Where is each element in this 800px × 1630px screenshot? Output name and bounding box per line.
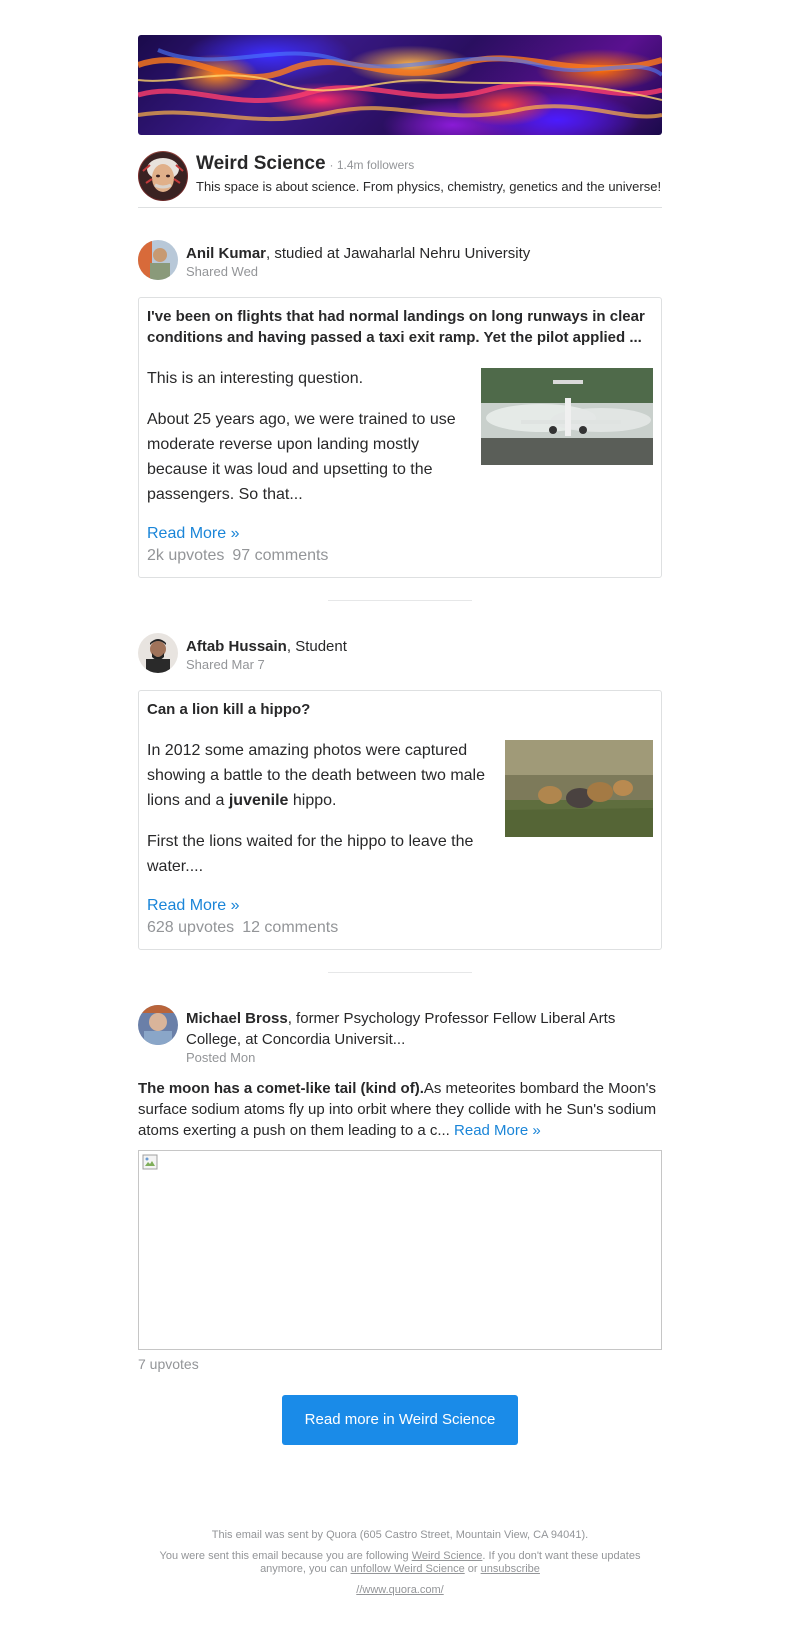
post-2-author-text: Aftab Hussain, Student Shared Mar 7 (186, 633, 662, 672)
footer-quora-url-link[interactable]: //www.quora.com/ (356, 1584, 443, 1596)
space-followers-count: · 1.4m followers (329, 158, 415, 172)
post-3-posted-date: Posted Mon (186, 1050, 256, 1065)
read-more-in-space-button[interactable]: Read more in Weird Science (282, 1395, 518, 1445)
banner-flames-art (138, 48, 662, 122)
space-avatar[interactable] (138, 151, 188, 201)
post-1-paragraph-1: This is an interesting question. (147, 370, 364, 387)
post-3-upvotes: 7 upvotes (138, 1356, 199, 1372)
post-2-upvotes: 628 upvotes (147, 919, 235, 936)
avatar-photo-icon (138, 1005, 178, 1045)
footer-unfollow-link[interactable]: unfollow Weird Science (351, 1563, 465, 1575)
author-credential: , studied at Jawaharlal Nehru University (266, 245, 531, 262)
space-info: Weird Science · 1.4m followers This spac… (196, 151, 662, 195)
post-1-read-more-link[interactable]: Read More » (147, 523, 653, 545)
author-name[interactable]: Aftab Hussain (186, 638, 287, 655)
post-1-airplane-image[interactable] (481, 368, 653, 465)
avatar-photo-icon (138, 633, 178, 673)
post-1-card-text: This is an interesting question. About 2… (147, 366, 465, 507)
post-1-shared-date: Shared Wed (186, 264, 259, 279)
footer-reason-text: You were sent this email because you are… (159, 1550, 412, 1562)
post-2-paragraph-1: In 2012 some amazing photos were capture… (147, 738, 489, 813)
post-2-card-text: In 2012 some amazing photos were capture… (147, 738, 489, 879)
post-2-shared-date: Shared Mar 7 (186, 657, 265, 672)
email-footer: This email was sent by Quora (605 Castro… (138, 1529, 662, 1597)
post-1-paragraph-2: About 25 years ago, we were trained to u… (147, 411, 456, 503)
post-3-broken-image[interactable] (138, 1150, 662, 1350)
post-2-author-row: Aftab Hussain, Student Shared Mar 7 (138, 633, 662, 673)
broken-image-icon (142, 1154, 158, 1170)
author-avatar-anil-kumar[interactable] (138, 240, 178, 280)
post-2-paragraph-2: First the lions waited for the hippo to … (147, 833, 474, 875)
post-1-author-row: Anil Kumar, studied at Jawaharlal Nehru … (138, 240, 662, 280)
post-3-author-row: Michael Bross, former Psychology Profess… (138, 1005, 662, 1065)
post-3-title[interactable]: The moon has a comet-like tail (kind of)… (138, 1080, 424, 1097)
post-2-read-more-link[interactable]: Read More » (147, 895, 653, 917)
post-1-author-line: Anil Kumar, studied at Jawaharlal Nehru … (186, 243, 662, 264)
email-container: Weird Science · 1.4m followers This spac… (138, 0, 662, 1597)
footer-unsubscribe-link[interactable]: unsubscribe (481, 1563, 540, 1575)
footer-or-text: or (464, 1563, 481, 1575)
footer-space-link[interactable]: Weird Science (412, 1550, 483, 1562)
space-name[interactable]: Weird Science (196, 153, 326, 175)
space-header: Weird Science · 1.4m followers This spac… (138, 135, 662, 208)
post-3-author-text: Michael Bross, former Psychology Profess… (186, 1005, 662, 1065)
post-1-card-body: This is an interesting question. About 2… (147, 366, 653, 507)
post-2-lions-hippo-image[interactable] (505, 740, 653, 837)
author-avatar-michael-bross[interactable] (138, 1005, 178, 1045)
post-2-paragraph-1-end: hippo. (288, 792, 337, 809)
post-1-author-text: Anil Kumar, studied at Jawaharlal Nehru … (186, 240, 662, 279)
section-divider (328, 972, 472, 973)
footer-sender-line: This email was sent by Quora (605 Castro… (211, 1529, 589, 1541)
author-credential: , Student (286, 638, 347, 655)
post-3-text: The moon has a comet-like tail (kind of)… (138, 1078, 662, 1141)
author-avatar-aftab-hussain[interactable] (138, 633, 178, 673)
post-2-author-line: Aftab Hussain, Student (186, 636, 662, 657)
post-3-read-more-link[interactable]: Read More » (454, 1122, 541, 1139)
post-1-comments[interactable]: 97 comments (232, 547, 328, 564)
post-2-card-body: In 2012 some amazing photos were capture… (147, 738, 653, 879)
post-1-question-title[interactable]: I've been on flights that had normal lan… (147, 306, 653, 348)
post-2-card[interactable]: Can a lion kill a hippo? In 2012 some am… (138, 690, 662, 950)
einstein-portrait-icon (139, 152, 187, 200)
post-3-author-line: Michael Bross, former Psychology Profess… (186, 1008, 662, 1050)
post-1-upvotes: 2k upvotes (147, 547, 225, 564)
section-divider (328, 600, 472, 601)
space-title-line: Weird Science · 1.4m followers (196, 153, 662, 175)
post-2-paragraph-1-bold: juvenile (228, 792, 289, 809)
post-1-card[interactable]: I've been on flights that had normal lan… (138, 297, 662, 578)
avatar-photo-icon (138, 240, 178, 280)
post-2-stats: 628 upvotes 12 comments (147, 917, 653, 939)
cta-wrapper: Read more in Weird Science (138, 1395, 662, 1445)
footer-reason-line: You were sent this email because you are… (138, 1550, 662, 1576)
post-1-stats: 2k upvotes 97 comments (147, 545, 653, 567)
space-banner-image[interactable] (138, 35, 662, 135)
post-2-question-title[interactable]: Can a lion kill a hippo? (147, 699, 653, 720)
author-name[interactable]: Anil Kumar (186, 245, 266, 262)
lions-hippo-photo (505, 740, 653, 837)
author-name[interactable]: Michael Bross (186, 1010, 288, 1027)
space-description: This space is about science. From physic… (196, 179, 662, 194)
post-2-comments[interactable]: 12 comments (242, 919, 338, 936)
airplane-landing-photo (481, 368, 653, 465)
